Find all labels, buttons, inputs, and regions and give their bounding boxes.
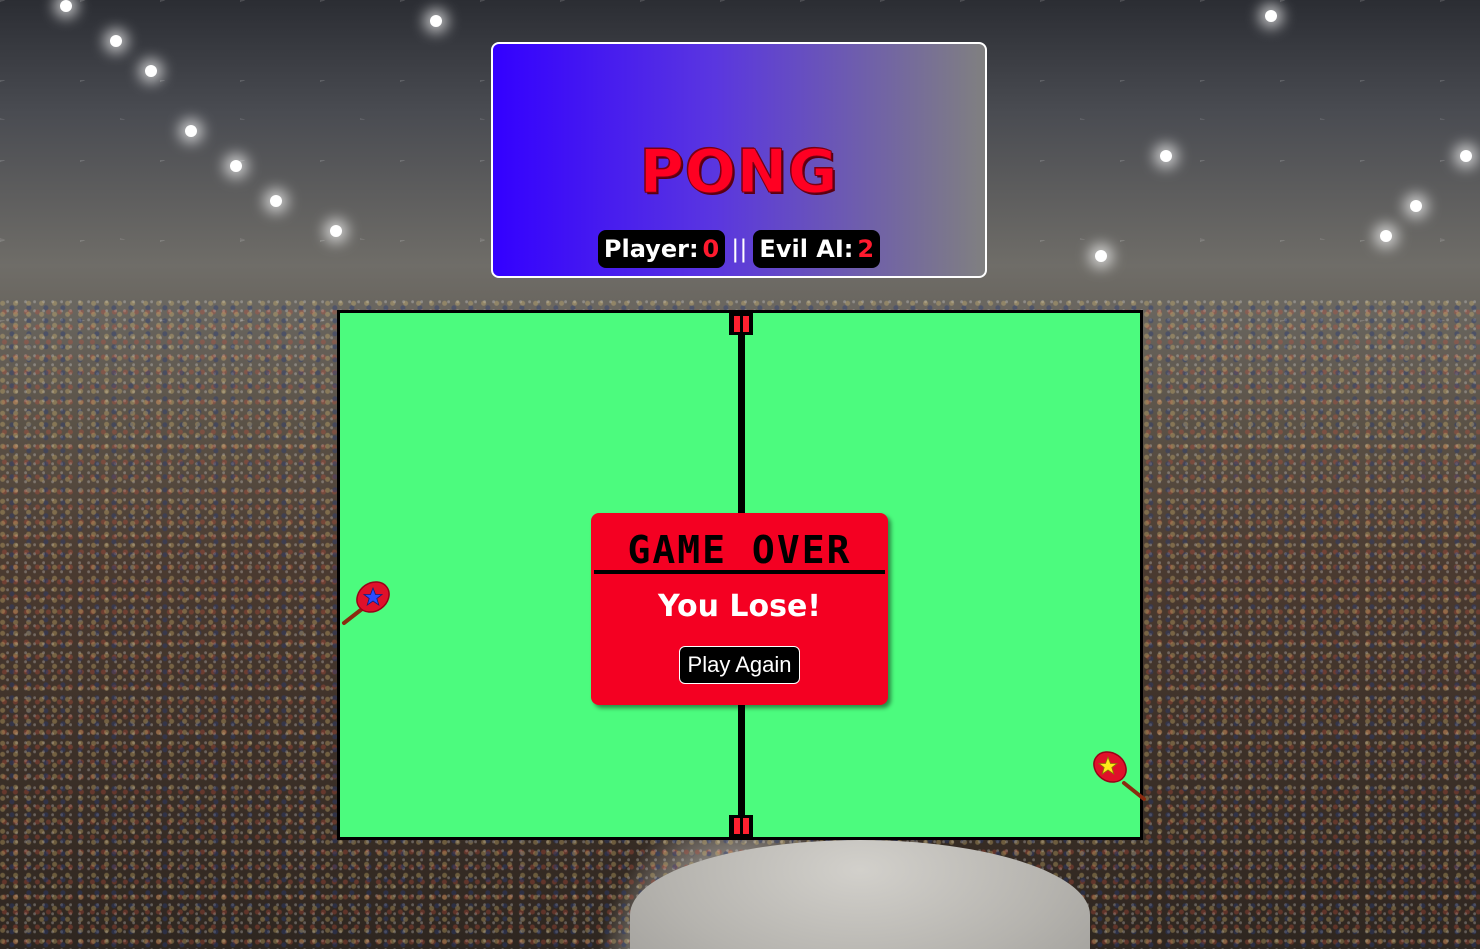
- stadium-light: [185, 125, 197, 137]
- ai-score-value: 2: [857, 235, 875, 263]
- ai-paddle-icon: [1093, 751, 1146, 801]
- stadium-light: [330, 225, 342, 237]
- scoreboard: Player: 0 || Evil AI: 2: [493, 230, 985, 268]
- net-post-top: [729, 313, 753, 335]
- stadium-background: PONG Player: 0 || Evil AI: 2 GAME OVER Y…: [0, 0, 1480, 949]
- stadium-light: [60, 0, 72, 12]
- stadium-light: [1095, 250, 1107, 262]
- ai-score-chip: Evil AI: 2: [753, 230, 881, 268]
- play-again-button[interactable]: Play Again: [679, 646, 800, 684]
- stadium-light: [1460, 150, 1472, 162]
- header-panel: PONG Player: 0 || Evil AI: 2: [491, 42, 987, 278]
- game-over-title: GAME OVER: [594, 530, 885, 574]
- stadium-light: [430, 15, 442, 27]
- result-message: You Lose!: [658, 589, 821, 624]
- player-score-label: Player:: [603, 235, 699, 263]
- player-paddle-icon[interactable]: [340, 575, 400, 635]
- stadium-light: [110, 35, 122, 47]
- player-score-chip: Player: 0: [597, 230, 726, 268]
- stadium-light: [1265, 10, 1277, 22]
- stadium-light: [1410, 200, 1422, 212]
- stadium-light: [1380, 230, 1392, 242]
- net-post-bottom: [729, 815, 753, 837]
- ai-score-label: Evil AI:: [759, 235, 854, 263]
- stadium-light: [145, 65, 157, 77]
- game-over-modal: GAME OVER You Lose! Play Again: [591, 513, 888, 705]
- stadium-light: [270, 195, 282, 207]
- score-separator: ||: [731, 235, 748, 263]
- game-title: PONG: [639, 137, 839, 207]
- stadium-light: [1160, 150, 1172, 162]
- player-score-value: 0: [702, 235, 720, 263]
- stadium-light: [230, 160, 242, 172]
